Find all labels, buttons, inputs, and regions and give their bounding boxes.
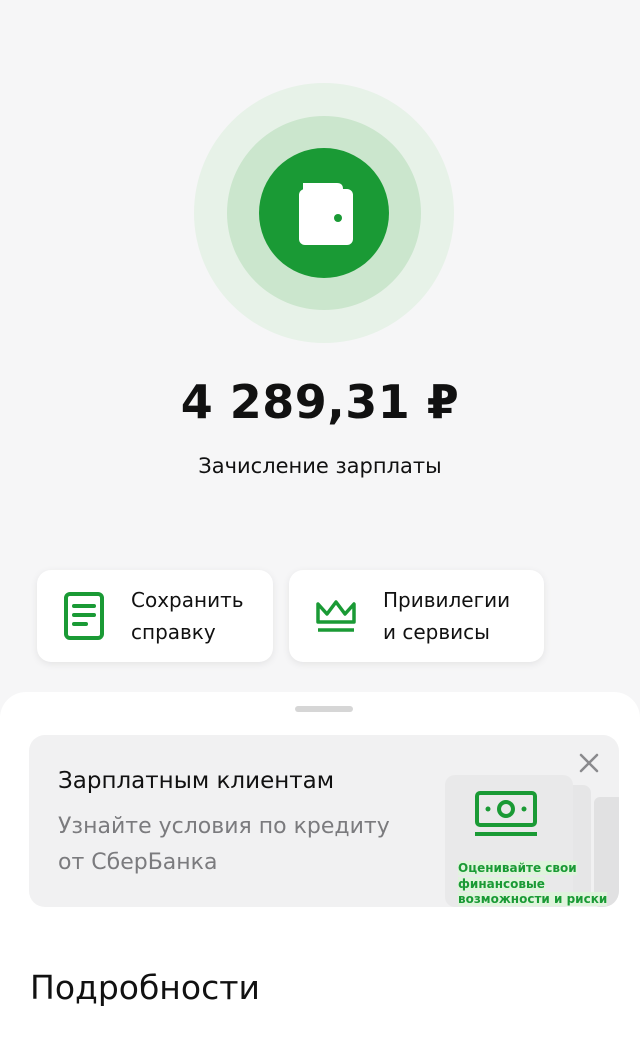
crown-icon [289, 598, 383, 634]
save-certificate-button[interactable]: Сохранить справку [37, 570, 273, 662]
promo-text: Узнайте условия по кредиту от СберБанка [58, 814, 390, 875]
document-icon [37, 591, 131, 641]
transaction-amount: 4 289,31 ₽ [180, 375, 460, 429]
privileges-services-label: Привилегии и сервисы [383, 588, 511, 644]
sheet-grabber[interactable] [295, 706, 353, 712]
transaction-description: Зачисление зарплаты [198, 454, 442, 478]
banknote-icon [475, 791, 537, 836]
wallet-icon [299, 183, 353, 245]
details-sheet: Зарплатным клиентам Узнайте условия по к… [0, 692, 640, 1047]
details-heading: Подробности [30, 968, 260, 1007]
promo-banner[interactable]: Зарплатным клиентам Узнайте условия по к… [29, 735, 619, 907]
close-icon[interactable] [575, 749, 603, 777]
save-certificate-label: Сохранить справку [131, 588, 244, 644]
hero-icon-circle [259, 148, 389, 278]
promo-illustration: Оценивайте свои финансовые возможности и… [429, 775, 619, 907]
privileges-services-button[interactable]: Привилегии и сервисы [289, 570, 544, 662]
promo-art-caption: Оценивайте свои финансовые возможности и… [458, 861, 608, 906]
promo-title: Зарплатным клиентам [58, 768, 335, 794]
